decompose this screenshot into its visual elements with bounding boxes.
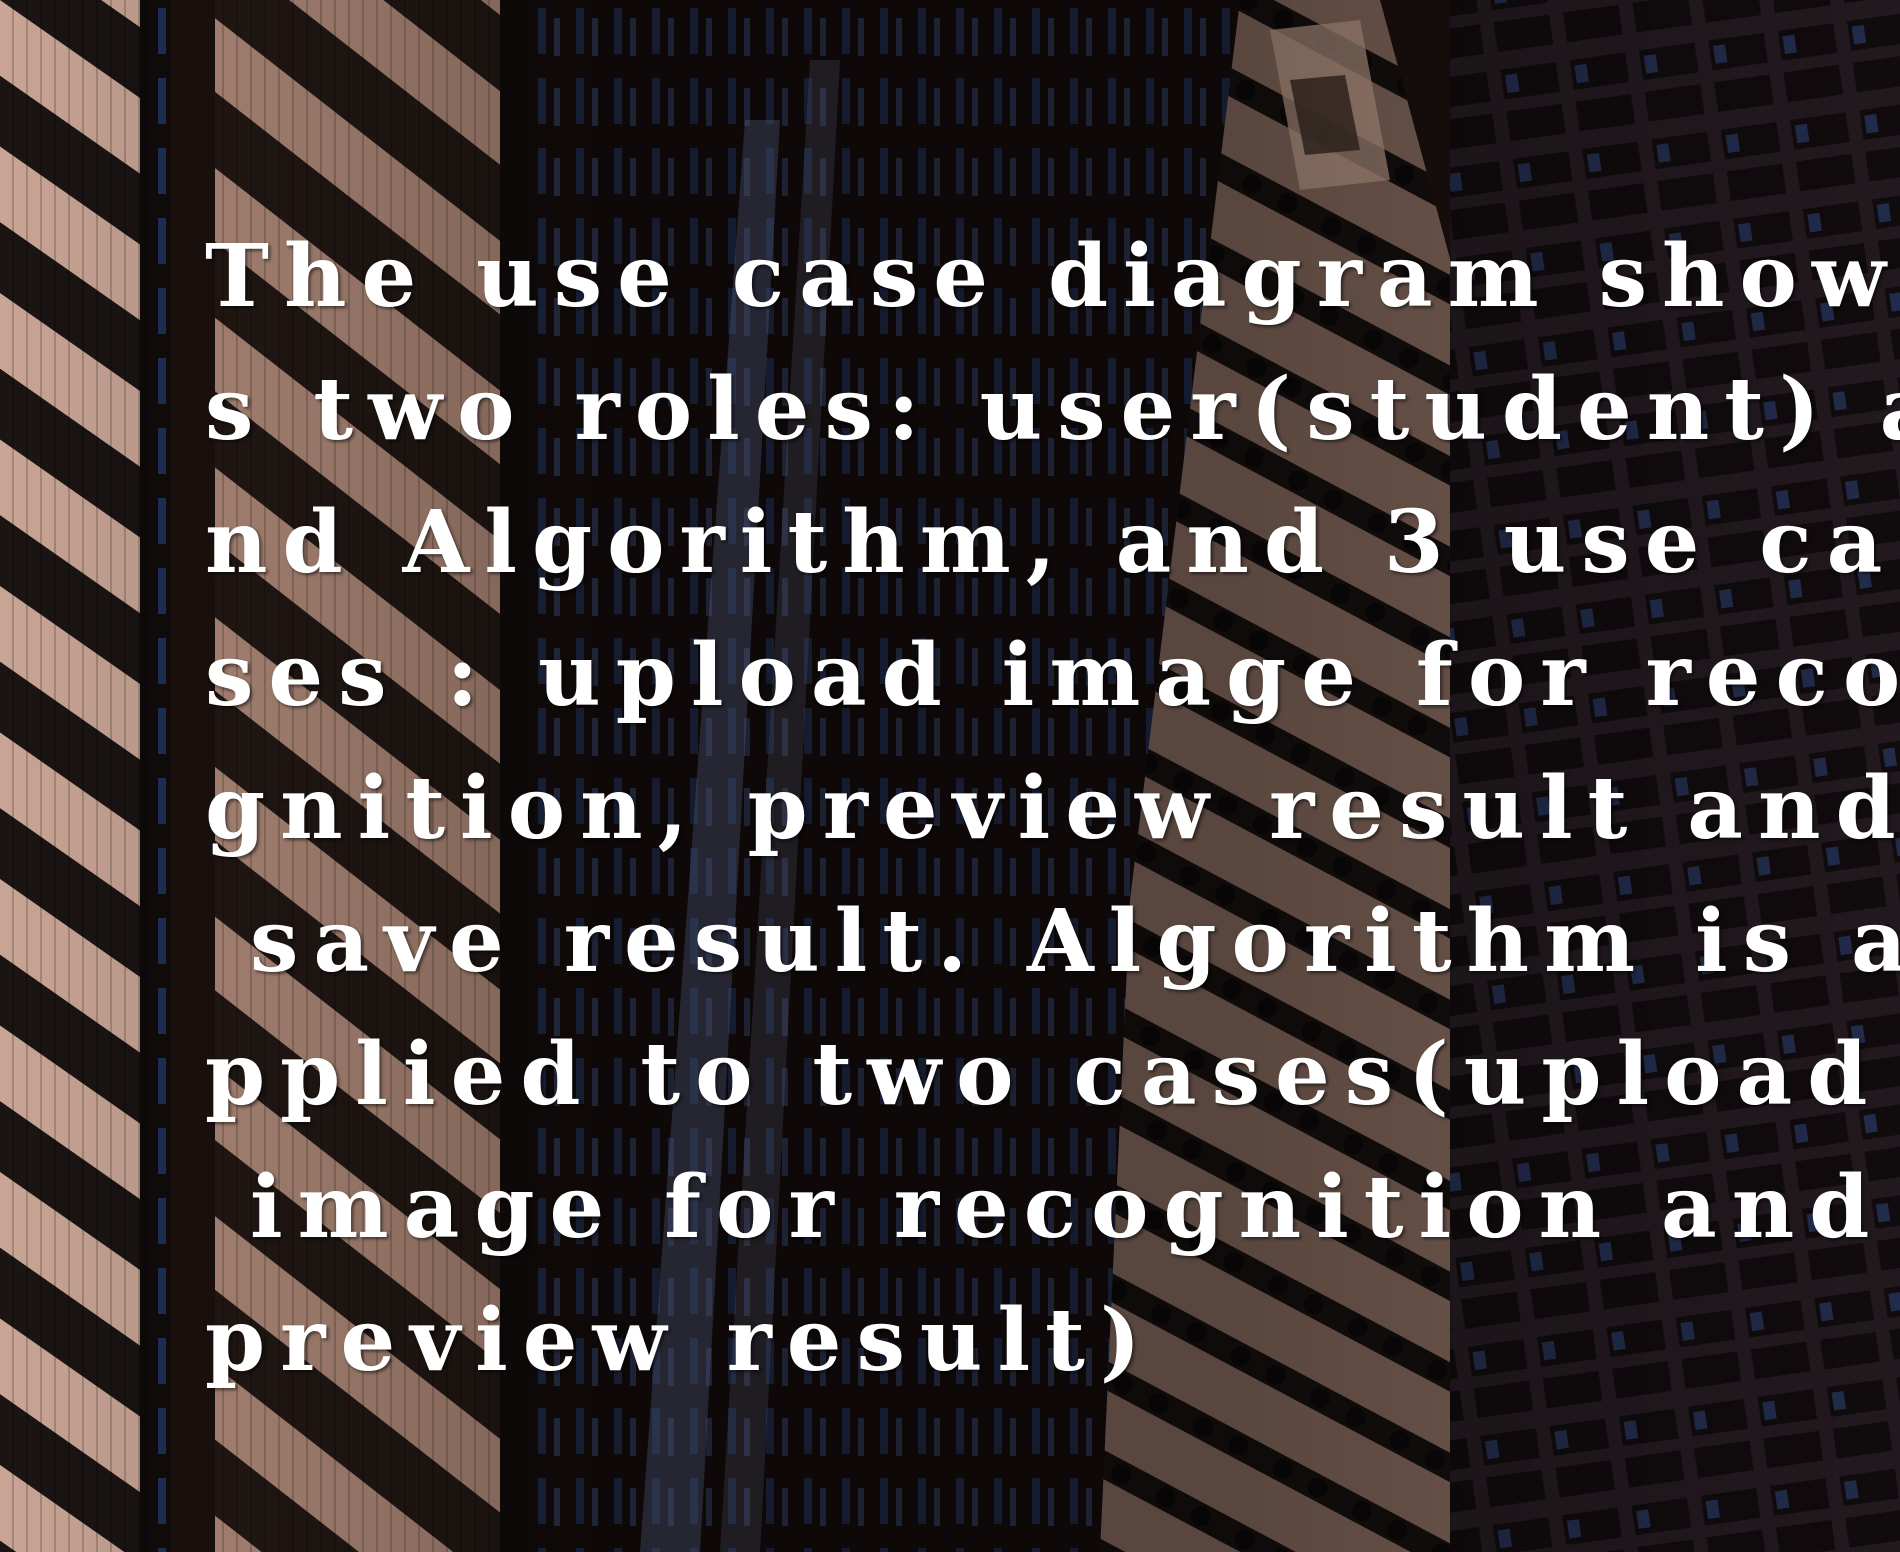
caption-line: preview result): [205, 1290, 1156, 1391]
caption-line: ses : upload image for reco: [205, 625, 1900, 726]
caption-line: nd Algorithm, and 3 use ca: [205, 492, 1898, 593]
caption-line: s two roles: user(student) a: [205, 359, 1900, 460]
caption-line: save result. Algorithm is a: [205, 891, 1900, 992]
caption-line: image for recognition and: [205, 1157, 1885, 1258]
caption-line: gnition, preview result and: [205, 758, 1900, 859]
caption-line: pplied to two cases(upload: [205, 1024, 1883, 1125]
caption-line: The use case diagram show: [205, 226, 1900, 327]
caption-text: The use case diagram show s two roles: u…: [205, 210, 1900, 1407]
photo-slide: The use case diagram show s two roles: u…: [0, 0, 1900, 1552]
